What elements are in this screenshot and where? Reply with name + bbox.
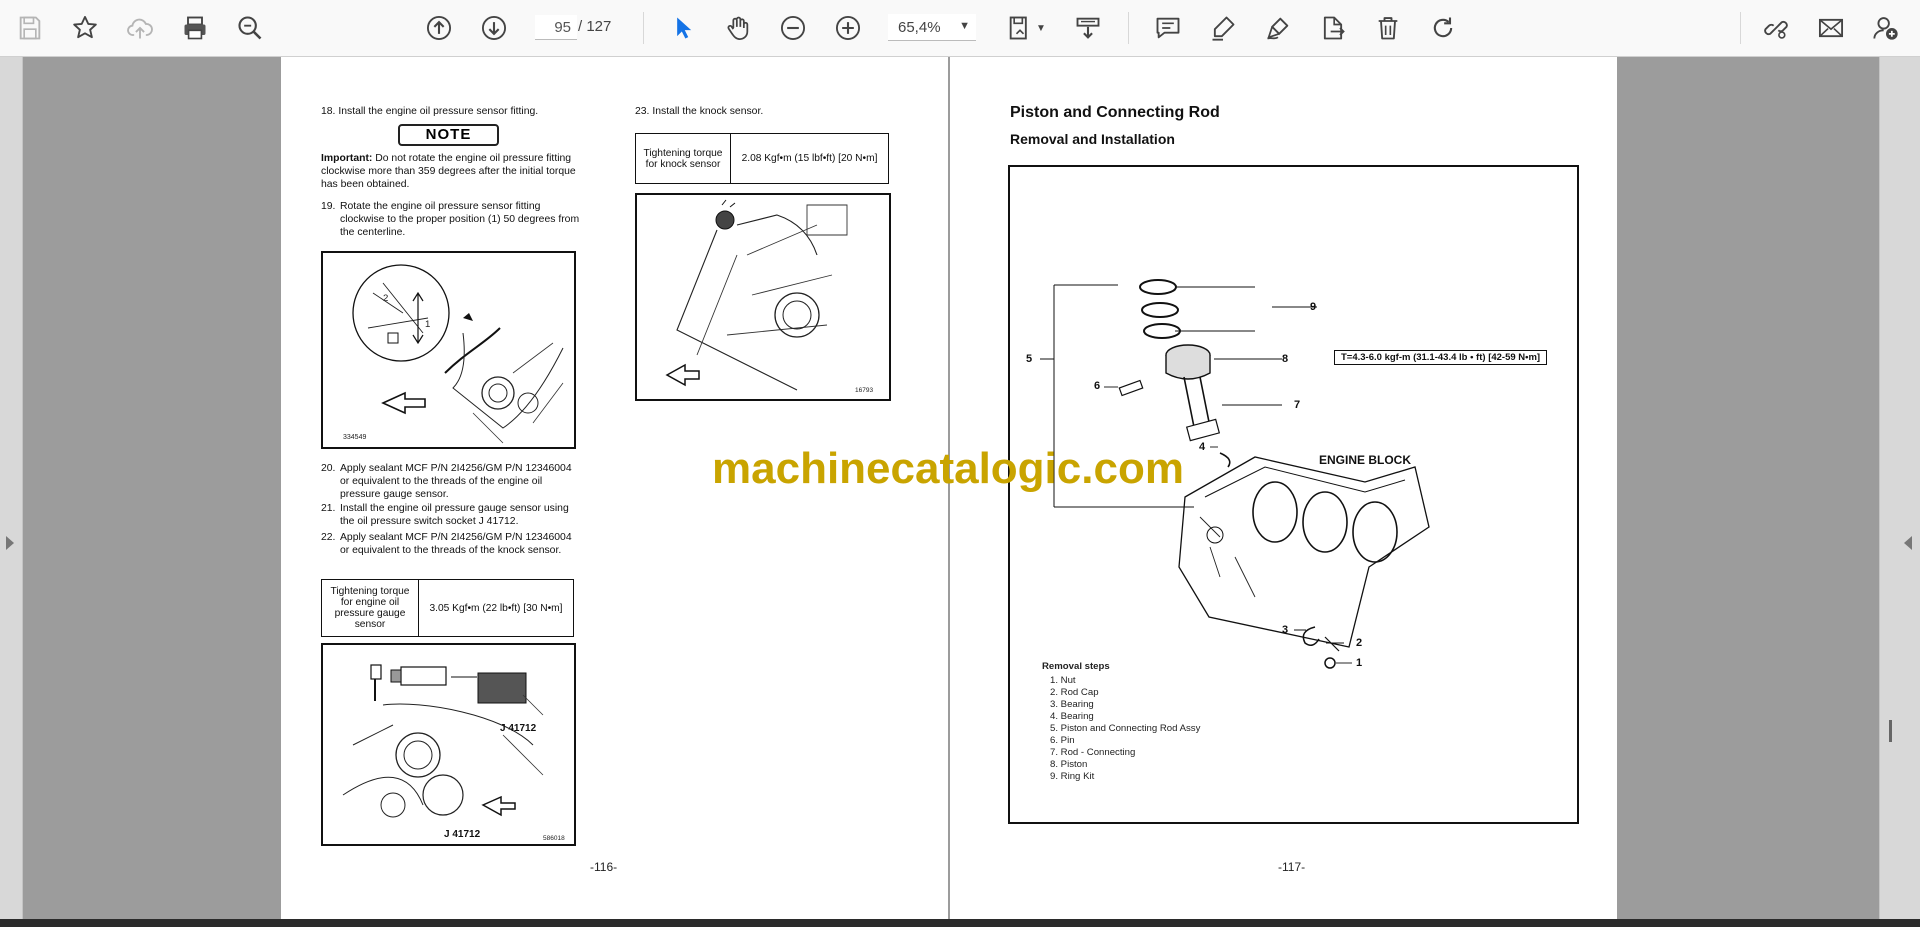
select-arrow-icon[interactable] [665,10,701,46]
torque-table-knock-sensor: Tightening torque for knock sensor 2.08 … [635,133,889,184]
figure-knock-sensor: 16793 [635,193,891,401]
zoom-search-icon[interactable] [232,10,268,46]
callout-1: 1 [425,319,431,330]
step-21: Install the engine oil pressure gauge se… [340,503,569,527]
hand-icon[interactable] [720,10,756,46]
callout-3: 3 [1282,624,1289,636]
torque-table-oil-gauge: Tightening torque for engine oil pressur… [321,579,574,637]
step-22: Apply sealant MCF P/N 2I4256/GM P/N 1234… [340,532,572,556]
torque-label: Tightening torque for knock sensor [635,133,731,184]
figure-code: 334549 [343,434,367,441]
step-19-number: 19. [321,201,336,212]
zoom-value: 65,4% [898,19,941,36]
scroll-mode-icon[interactable] [1070,10,1106,46]
tool-label: J 41712 [500,723,537,734]
comment-icon[interactable] [1150,10,1186,46]
expand-right-icon [1904,536,1912,550]
fit-page-icon[interactable]: ▼ [1000,10,1052,46]
figure-oil-pressure-fitting: 2 1 334549 [321,251,576,449]
page-number: -116- [590,860,618,874]
divider [1128,12,1129,44]
chevron-down-icon: ▼ [1036,22,1046,34]
export-icon[interactable] [1315,10,1351,46]
expand-left-icon [6,536,14,550]
removal-steps-title: Removal steps [1042,661,1110,672]
callout-2: 2 [1356,637,1363,649]
callout-7: 7 [1294,399,1301,411]
removal-step: 7. Rod - Connecting [1050,747,1136,758]
removal-step: 1. Nut [1050,675,1076,686]
divider [1740,12,1741,44]
removal-step: 3. Bearing [1050,699,1094,710]
removal-step: 4. Bearing [1050,711,1094,722]
zoom-in-icon[interactable] [830,10,866,46]
torque-label: Tightening torque for engine oil pressur… [321,579,419,637]
step-19: Rotate the engine oil pressure sensor fi… [340,201,580,238]
bookmark-star-icon[interactable] [67,10,103,46]
fitting-drawing [352,264,564,444]
removal-step: 6. Pin [1050,735,1075,746]
page-up-icon[interactable] [421,10,457,46]
callout-6: 6 [1094,380,1101,392]
add-user-icon[interactable] [1868,10,1904,46]
torque-spec-box: T=4.3-6.0 kgf-m (31.1-43.4 lb • ft) [42-… [1334,350,1548,365]
zoom-out-icon[interactable] [775,10,811,46]
mail-icon[interactable] [1813,10,1849,46]
page-total: / 127 [578,18,612,35]
toolbar: / 127 65,4% ▼ ▼ [0,0,1920,57]
callout-4: 4 [1199,441,1206,453]
figure-code: 586018 [543,835,565,842]
tool-label-bottom: J 41712 [444,829,481,840]
step-22-number: 22. [321,532,336,543]
callout-2: 2 [383,293,389,304]
important-note: Important: Do not rotate the engine oil … [321,152,581,191]
figure-piston-connecting-rod: T=4.3-6.0 kgf-m (31.1-43.4 lb • ft) [42-… [1008,165,1579,824]
left-panel-toggle[interactable] [0,57,23,919]
torque-value: 3.05 Kgf•m (22 lb•ft) [30 N•m] [418,579,574,637]
sensor-drawing [342,664,544,818]
scrollbar-thumb[interactable] [1889,720,1892,742]
rotate-icon[interactable] [1425,10,1461,46]
upload-cloud-icon[interactable] [122,10,158,46]
important-label: Important: [321,153,373,164]
callout-1: 1 [1356,657,1363,669]
callout-5: 5 [1026,353,1033,365]
section-title: Piston and Connecting Rod [1010,104,1220,121]
note-label: NOTE [398,124,499,146]
delete-icon[interactable] [1370,10,1406,46]
callout-8: 8 [1282,353,1289,365]
step-23: 23. Install the knock sensor. [635,106,764,117]
knock-sensor-drawing [665,199,848,391]
step-21-number: 21. [321,503,336,514]
right-panel-toggle[interactable] [1879,57,1920,919]
step-20-number: 20. [321,463,336,474]
removal-step: 5. Piston and Connecting Rod Assy [1050,723,1201,734]
sign-icon[interactable] [1260,10,1296,46]
step-20: Apply sealant MCF P/N 2I4256/GM P/N 1234… [340,463,572,500]
callout-9: 9 [1310,301,1317,313]
divider [643,12,644,44]
figure-oil-gauge-sensor: J 41712 J 41712 586018 [321,643,576,846]
removal-step: 2. Rod Cap [1050,687,1099,698]
current-page-input[interactable] [535,15,577,40]
removal-step: 8. Piston [1050,759,1088,770]
highlight-pen-icon[interactable] [1205,10,1241,46]
figure-code: 16793 [855,387,874,394]
zoom-select[interactable]: 65,4% ▼ [888,14,976,41]
chevron-down-icon: ▼ [959,20,970,32]
save-icon[interactable] [12,10,48,46]
page-number: -117- [1278,860,1306,874]
print-icon[interactable] [177,10,213,46]
page-down-icon[interactable] [476,10,512,46]
step-18: 18. Install the engine oil pressure sens… [321,106,539,117]
torque-value: 2.08 Kgf•m (15 lbf•ft) [20 N•m] [730,133,889,184]
removal-step: 9. Ring Kit [1050,771,1095,782]
watermark-text: machinecatalogic.com [712,444,1184,493]
section-subtitle: Removal and Installation [1010,131,1175,147]
bottom-bar [0,919,1920,927]
engine-block-label: ENGINE BLOCK [1319,453,1412,467]
share-link-icon[interactable] [1758,10,1794,46]
